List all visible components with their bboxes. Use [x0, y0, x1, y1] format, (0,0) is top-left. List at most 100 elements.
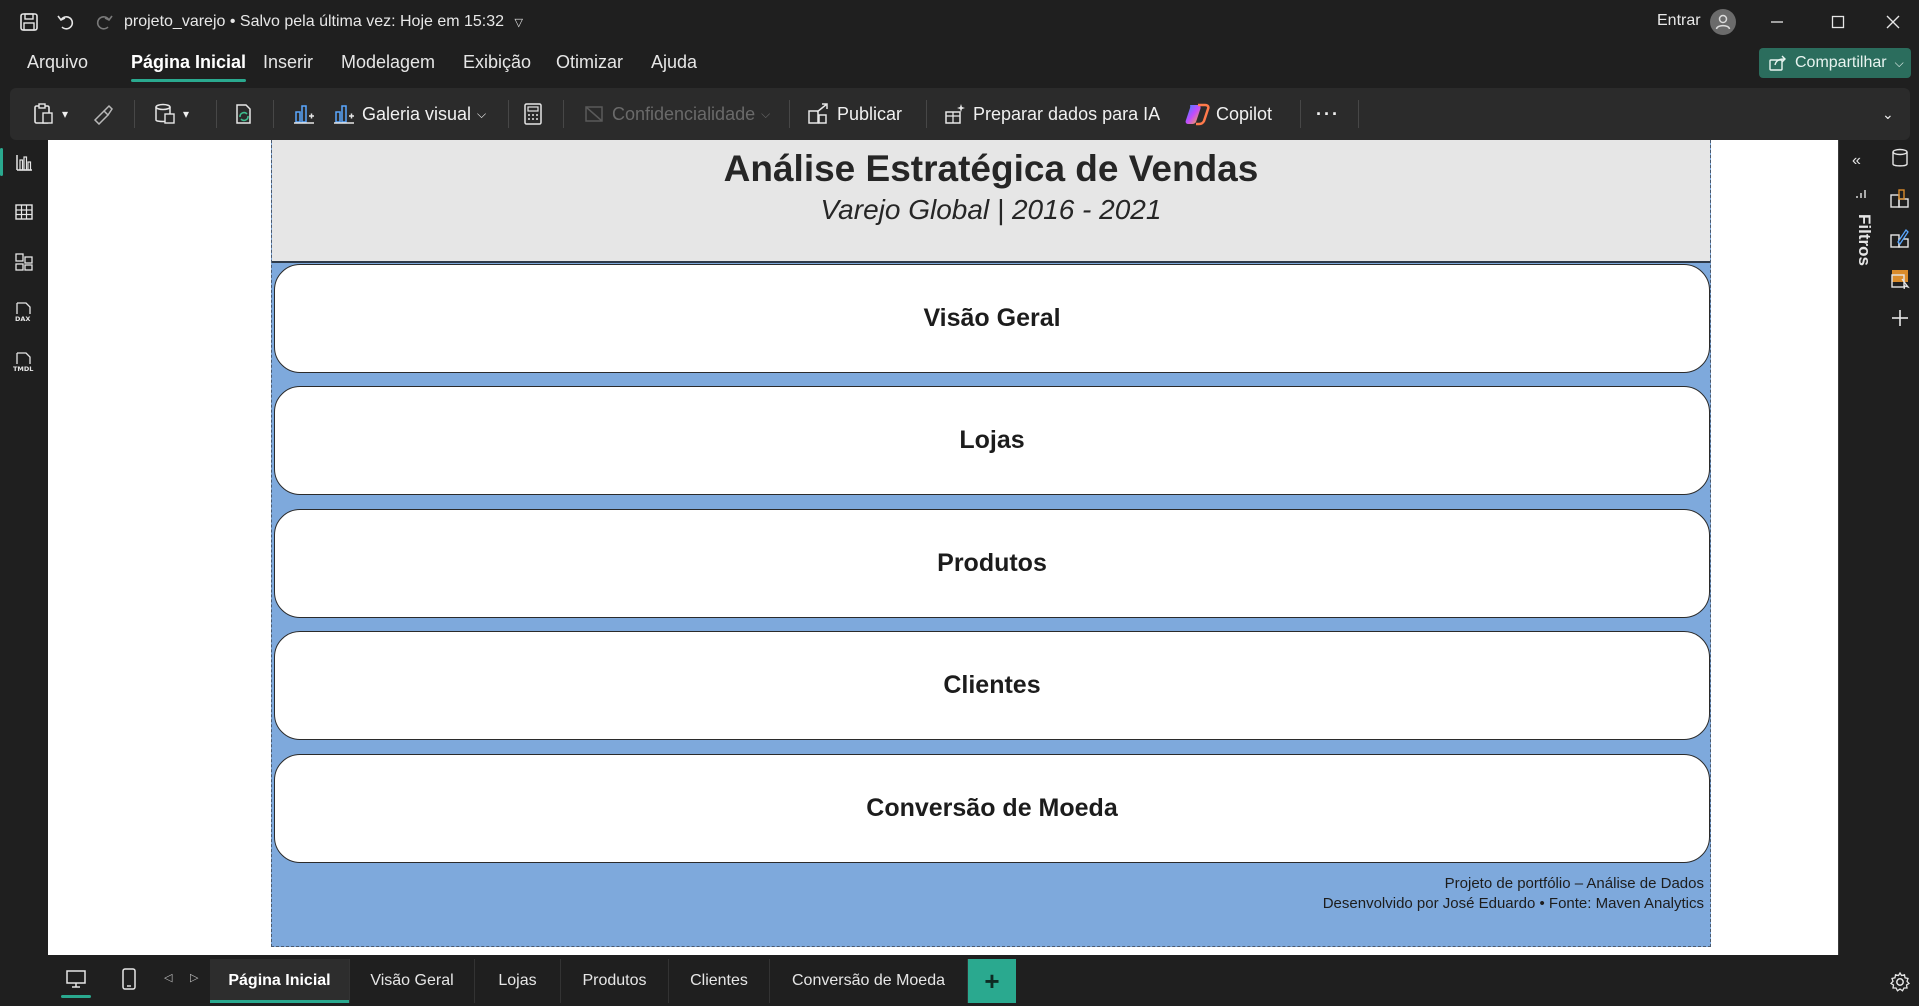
- report-page: Análise Estratégica de Vendas Varejo Glo…: [271, 140, 1711, 947]
- share-button[interactable]: Compartilhar ⌵: [1759, 48, 1911, 78]
- refresh-icon: [232, 102, 256, 126]
- data-pane-icon[interactable]: [1884, 142, 1916, 174]
- settings-icon[interactable]: [1884, 966, 1916, 998]
- calculator-icon: [522, 102, 544, 126]
- avatar[interactable]: [1710, 9, 1736, 35]
- visualizations-pane-icon[interactable]: [1884, 182, 1916, 214]
- add-page-button[interactable]: +: [968, 959, 1016, 1003]
- menu-tab-pagina-inicial[interactable]: Página Inicial: [131, 52, 247, 82]
- footer-line-credits: Desenvolvido por José Eduardo • Fonte: M…: [1322, 895, 1704, 912]
- document-title[interactable]: projeto_varejo • Salvo pela última vez: …: [124, 13, 523, 31]
- page-tab-pagina-inicial[interactable]: Página Inicial: [210, 959, 350, 1003]
- chevron-down-icon: ⌵: [761, 106, 771, 121]
- dax-query-view-icon[interactable]: DAX: [0, 290, 48, 334]
- footer-line-project: Projeto de portfólio – Análise de Dados: [1444, 875, 1704, 892]
- report-subtitle: Varejo Global | 2016 - 2021: [820, 194, 1162, 225]
- expand-pane-icon[interactable]: «: [1852, 152, 1861, 170]
- nav-button-lojas[interactable]: Lojas: [274, 386, 1710, 495]
- nav-button-clientes[interactable]: Clientes: [274, 631, 1710, 740]
- save-icon[interactable]: [17, 10, 41, 34]
- share-icon: [1769, 55, 1787, 71]
- right-panes-bar: [1880, 140, 1919, 1006]
- visual-gallery-label: Galeria visual: [362, 103, 472, 124]
- desktop-layout-icon[interactable]: [61, 967, 91, 998]
- brush-icon: [92, 103, 114, 125]
- title-separator: •: [229, 13, 240, 30]
- add-pane-icon[interactable]: [1884, 302, 1916, 334]
- menu-tab-arquivo[interactable]: Arquivo: [27, 52, 88, 82]
- svg-text:DAX: DAX: [15, 315, 30, 323]
- menu-bar: Arquivo Página Inicial Inserir Modelagem…: [0, 44, 1919, 88]
- chevron-down-icon: ▾: [183, 107, 190, 121]
- publish-label: Publicar: [837, 103, 903, 124]
- menu-tab-modelagem[interactable]: Modelagem: [341, 52, 435, 82]
- next-page-icon[interactable]: ▷: [190, 971, 198, 984]
- maximize-button[interactable]: [1822, 8, 1854, 36]
- paste-button[interactable]: ▾: [32, 88, 68, 140]
- clipboard-icon: [32, 102, 56, 126]
- save-status: Salvo pela última vez: Hoje em 15:32: [239, 13, 505, 30]
- bar-chart-icon: [292, 102, 316, 126]
- prev-page-icon[interactable]: ◁: [164, 971, 172, 984]
- page-tabs-bar: ◁ ▷ Página Inicial Visão Geral Lojas Pro…: [48, 955, 1880, 1006]
- selection-pane-icon[interactable]: [1884, 262, 1916, 294]
- chevron-down-icon: ▾: [62, 107, 69, 121]
- tmdl-view-icon[interactable]: TMDL: [0, 340, 48, 384]
- chevron-down-icon: ⌵: [1894, 55, 1904, 70]
- minimize-button[interactable]: [1761, 8, 1793, 36]
- refresh-button[interactable]: [232, 88, 256, 140]
- page-tab-visao-geral[interactable]: Visão Geral: [350, 959, 475, 1003]
- prepare-ai-label: Preparar dados para IA: [973, 103, 1161, 124]
- signin-link[interactable]: Entrar: [1657, 12, 1701, 30]
- mobile-layout-icon[interactable]: [120, 967, 138, 991]
- copilot-icon: [1184, 102, 1210, 126]
- page-tab-produtos[interactable]: Produtos: [561, 959, 669, 1003]
- page-tab-clientes[interactable]: Clientes: [669, 959, 770, 1003]
- visual-gallery-button[interactable]: Galeria visual ⌵: [332, 88, 486, 140]
- chevron-down-icon: ⌵: [477, 106, 487, 121]
- get-data-button[interactable]: ▾: [153, 88, 189, 140]
- view-switcher: DAX TMDL: [0, 140, 48, 1006]
- nav-button-conversao-de-moeda[interactable]: Conversão de Moeda: [274, 754, 1710, 863]
- copilot-label: Copilot: [1216, 103, 1273, 124]
- sensitivity-button[interactable]: Confidencialidade ⌵: [582, 88, 770, 140]
- menu-tab-otimizar[interactable]: Otimizar: [556, 52, 623, 82]
- sensitivity-icon: [582, 102, 606, 126]
- menu-tab-exibicao[interactable]: Exibição: [463, 52, 531, 82]
- report-canvas: Análise Estratégica de Vendas Varejo Glo…: [48, 140, 1838, 955]
- chevron-down-icon[interactable]: ▽: [515, 16, 523, 29]
- prepare-ai-button[interactable]: Preparar dados para IA: [943, 88, 1160, 140]
- report-footer: Projeto de portfólio – Análise de Dados …: [1323, 874, 1704, 914]
- report-header: Análise Estratégica de Vendas Varejo Glo…: [272, 140, 1710, 263]
- redo-icon[interactable]: [92, 10, 116, 34]
- report-view-icon[interactable]: [0, 140, 48, 184]
- page-tab-lojas[interactable]: Lojas: [475, 959, 561, 1003]
- format-painter-button[interactable]: [92, 88, 114, 140]
- more-options-button[interactable]: ···: [1316, 88, 1340, 140]
- new-measure-button[interactable]: [522, 88, 544, 140]
- nav-button-produtos[interactable]: Produtos: [274, 509, 1710, 618]
- share-label: Compartilhar: [1795, 54, 1887, 71]
- undo-icon[interactable]: [54, 10, 78, 34]
- title-bar: projeto_varejo • Salvo pela última vez: …: [0, 0, 1919, 44]
- format-pane-icon[interactable]: [1884, 222, 1916, 254]
- publish-button[interactable]: Publicar: [807, 88, 902, 140]
- filter-icon: [1855, 188, 1867, 200]
- menu-tab-ajuda[interactable]: Ajuda: [651, 52, 697, 82]
- publish-icon: [807, 102, 831, 126]
- svg-text:TMDL: TMDL: [13, 365, 33, 373]
- nav-button-visao-geral[interactable]: Visão Geral: [274, 264, 1710, 373]
- menu-tab-inserir[interactable]: Inserir: [263, 52, 313, 82]
- filters-pane[interactable]: « Filtros: [1838, 140, 1880, 955]
- model-view-icon[interactable]: [0, 240, 48, 284]
- report-title: Análise Estratégica de Vendas: [723, 148, 1259, 189]
- page-tab-conversao-de-moeda[interactable]: Conversão de Moeda: [770, 959, 968, 1003]
- filters-label[interactable]: Filtros: [1854, 214, 1874, 266]
- new-visual-button[interactable]: [292, 88, 316, 140]
- copilot-button[interactable]: Copilot: [1184, 88, 1272, 140]
- collapse-ribbon-icon[interactable]: ⌄: [1882, 88, 1894, 140]
- table-view-icon[interactable]: [0, 190, 48, 234]
- close-button[interactable]: [1877, 8, 1909, 36]
- database-icon: [153, 102, 177, 126]
- ribbon-toolbar: ▾ ▾ Galeria visual ⌵ Confidencialidade ⌵…: [10, 88, 1910, 140]
